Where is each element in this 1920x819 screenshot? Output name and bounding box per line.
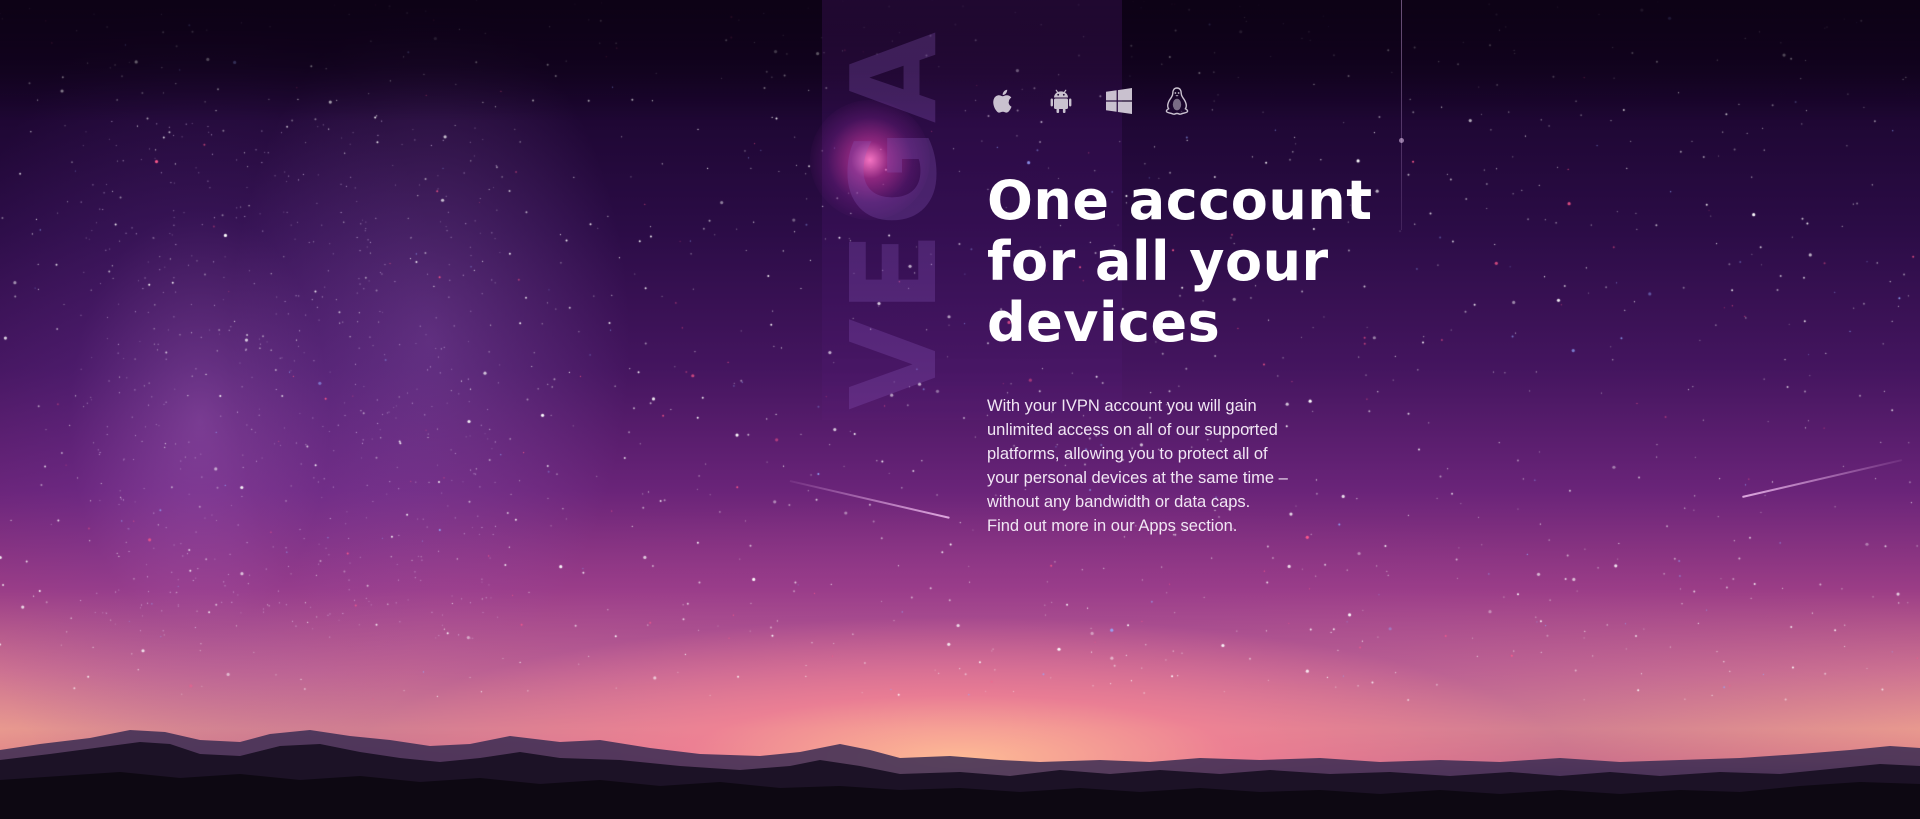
page-heading: One account for all your devices <box>987 170 1407 353</box>
heading-line: for all your <box>987 230 1329 293</box>
hero-section: VEGA One account for all your devices Wi… <box>0 0 1920 819</box>
decorative-vertical-word: VEGA <box>825 25 963 410</box>
hero-content: One account for all your devices With yo… <box>987 84 1407 538</box>
description-line: unlimited access on all of our supported <box>987 421 1278 439</box>
description-line: platforms, allowing you to protect all o… <box>987 445 1268 463</box>
apple-icon-graphic <box>993 89 1012 113</box>
windows-icon[interactable] <box>1103 85 1135 117</box>
heading-line: devices <box>987 291 1221 354</box>
hero-description: With your IVPN account you will gain unl… <box>987 394 1337 538</box>
description-line: Find out more in our Apps section. <box>987 517 1238 535</box>
android-icon-graphic <box>1050 89 1072 113</box>
linux-icon[interactable] <box>1161 85 1193 117</box>
mountain-silhouette <box>0 730 1920 819</box>
platform-icons <box>987 84 1407 118</box>
windows-icon-graphic <box>1106 88 1132 114</box>
description-line: without any bandwidth or data caps. <box>987 493 1251 511</box>
heading-line: One account <box>987 169 1373 232</box>
android-icon[interactable] <box>1045 85 1077 117</box>
apple-icon[interactable] <box>987 85 1019 117</box>
linux-icon-graphic <box>1165 87 1189 115</box>
description-line: With your IVPN account you will gain <box>987 397 1257 415</box>
description-line: your personal devices at the same time – <box>987 469 1288 487</box>
